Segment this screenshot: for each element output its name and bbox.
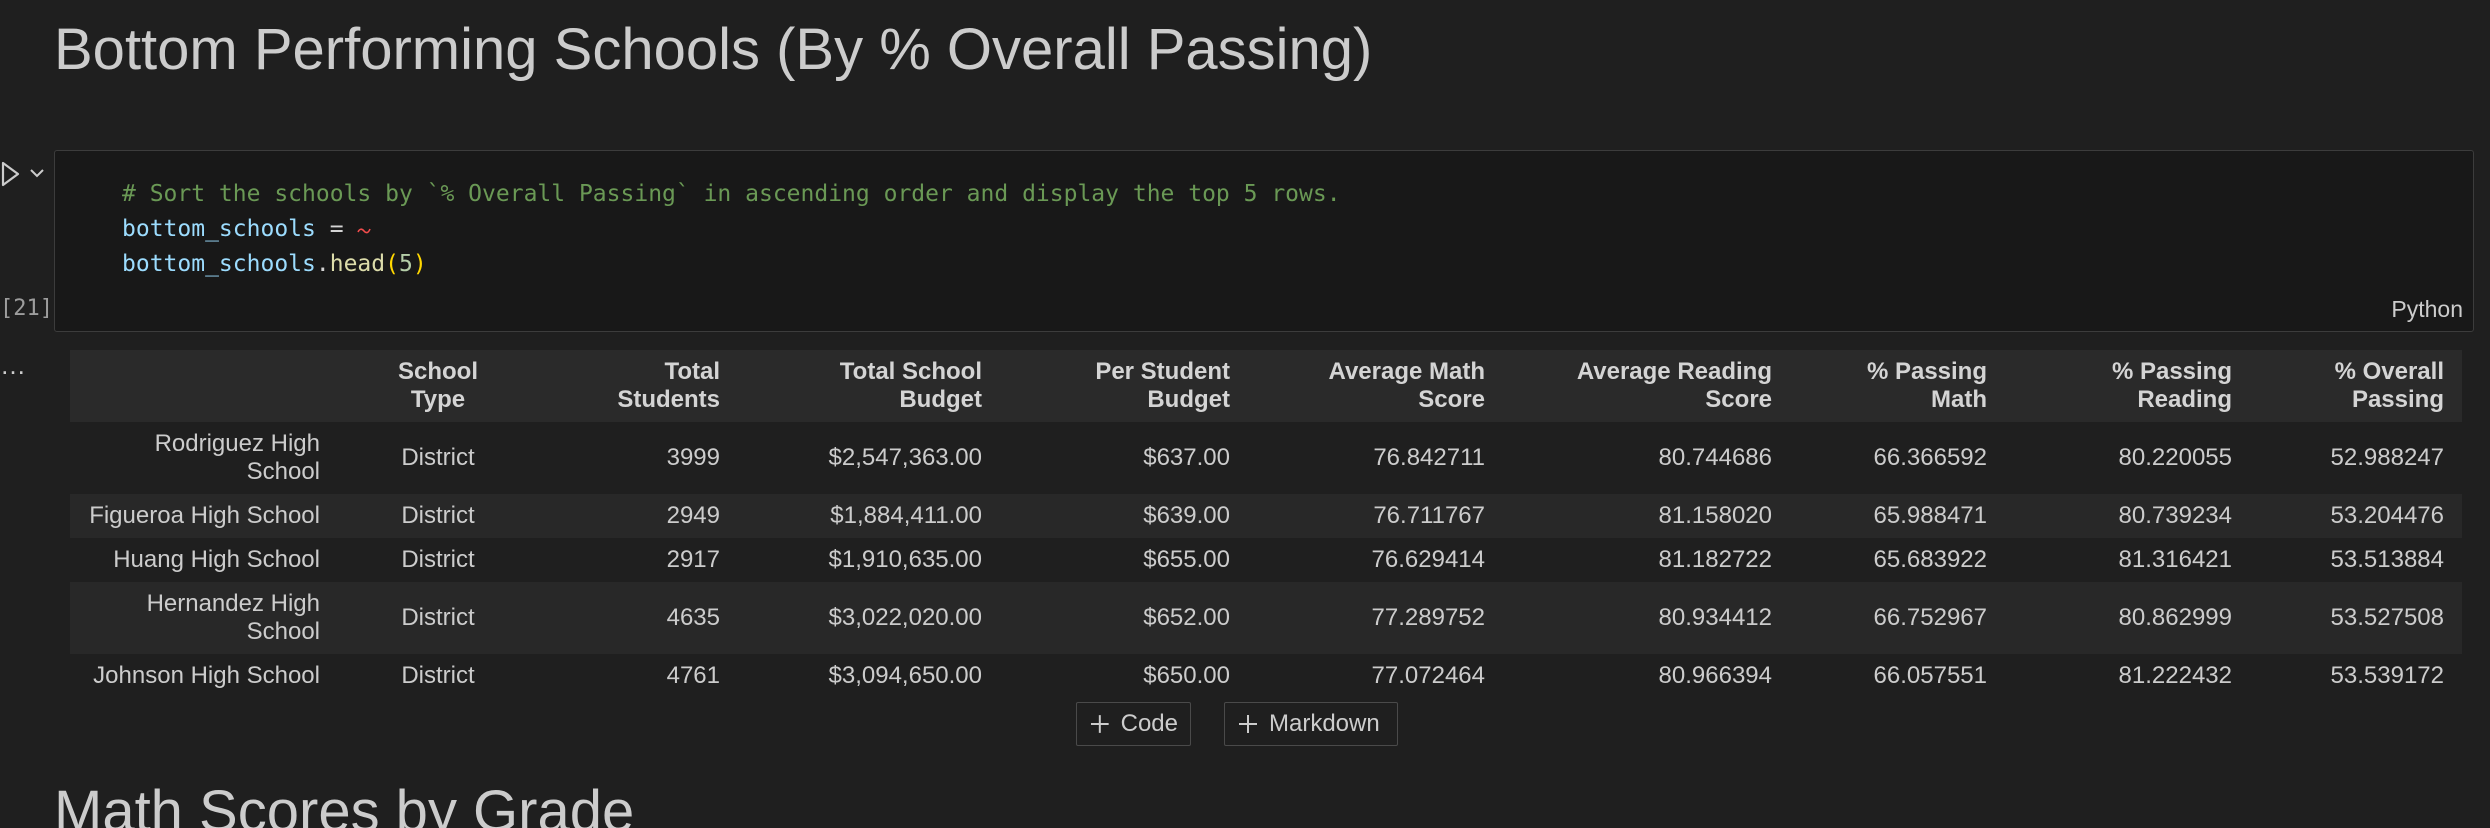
table-cell: 77.289752	[1248, 582, 1503, 654]
table-row: Hernandez High School District 4635 $3,02…	[70, 582, 2462, 654]
row-index: Johnson High School	[70, 654, 338, 698]
table-cell: 81.316421	[2005, 538, 2250, 582]
add-markdown-cell-button[interactable]: Markdown	[1224, 702, 1398, 746]
add-markdown-label: Markdown	[1269, 710, 1380, 737]
code-operator: =	[315, 216, 344, 242]
markdown-heading-math-scores: Math Scores by Grade	[54, 779, 635, 828]
table-row: Johnson High School District 4761 $3,094…	[70, 654, 2462, 698]
table-cell: 80.862999	[2005, 582, 2250, 654]
column-header: Total School Budget	[738, 350, 1000, 422]
table-cell: 81.158020	[1503, 494, 1790, 538]
column-header: Average Reading Score	[1503, 350, 1790, 422]
table-cell: 65.683922	[1790, 538, 2005, 582]
table-cell: 2949	[538, 494, 738, 538]
table-cell: 80.934412	[1503, 582, 1790, 654]
row-index: Figueroa High School	[70, 494, 338, 538]
table-header-row: School Type Total Students Total School Bud…	[70, 350, 2462, 422]
table-cell: 76.842711	[1248, 422, 1503, 494]
run-cell-button[interactable]	[0, 160, 22, 188]
table-cell: $637.00	[1000, 422, 1248, 494]
table-cell: $1,910,635.00	[738, 538, 1000, 582]
dataframe-output-table: School Type Total Students Total School Bud…	[70, 350, 2462, 698]
table-cell: 76.629414	[1248, 538, 1503, 582]
table-cell: District	[338, 494, 538, 538]
table-cell: 80.744686	[1503, 422, 1790, 494]
table-cell: $1,884,411.00	[738, 494, 1000, 538]
table-cell: 2917	[538, 538, 738, 582]
table-cell: 81.222432	[2005, 654, 2250, 698]
table-cell: District	[338, 422, 538, 494]
code-variable-2: bottom_schools	[122, 251, 316, 277]
code-comment: # Sort the schools by `% Overall Passing…	[122, 181, 1341, 207]
table-cell: $650.00	[1000, 654, 1248, 698]
table-cell: 66.057551	[1790, 654, 2005, 698]
table-cell: 80.739234	[2005, 494, 2250, 538]
notebook-page: Bottom Performing Schools (By % Overall …	[0, 0, 2490, 828]
run-options-button[interactable]	[28, 164, 46, 182]
cell-language-label[interactable]: Python	[2391, 296, 2463, 323]
table-cell: 52.988247	[2250, 422, 2462, 494]
table-cell: $2,547,363.00	[738, 422, 1000, 494]
table-cell: 4635	[538, 582, 738, 654]
code-variable: bottom_schools	[122, 216, 316, 242]
table-cell: 53.513884	[2250, 538, 2462, 582]
markdown-heading-bottom-schools: Bottom Performing Schools (By % Overall …	[54, 17, 1373, 82]
table-cell: 3999	[538, 422, 738, 494]
table-row: Figueroa High School District 2949 $1,88…	[70, 494, 2462, 538]
add-code-cell-button[interactable]: Code	[1076, 702, 1191, 746]
table-cell: $3,094,650.00	[738, 654, 1000, 698]
code-open-paren: (	[385, 251, 399, 277]
column-header: Per Student Budget	[1000, 350, 1248, 422]
code-lines: # Sort the schools by `% Overall Passing…	[122, 177, 1341, 282]
add-code-label: Code	[1120, 710, 1178, 737]
table-cell: 53.527508	[2250, 582, 2462, 654]
table-cell: 4761	[538, 654, 738, 698]
table-cell: $639.00	[1000, 494, 1248, 538]
code-function: head	[329, 251, 386, 277]
row-index: Huang High School	[70, 538, 338, 582]
table-cell: 66.752967	[1790, 582, 2005, 654]
code-argument: 5	[398, 251, 413, 277]
run-icon	[1, 161, 20, 187]
execution-count: [21]	[0, 296, 53, 321]
code-close-paren: )	[412, 251, 427, 277]
cell-more-actions[interactable]: …	[0, 350, 27, 381]
row-index: Rodriguez High School	[70, 422, 338, 494]
table-cell: 53.204476	[2250, 494, 2462, 538]
table-cell: 77.072464	[1248, 654, 1503, 698]
table-cell: District	[338, 538, 538, 582]
table-cell: District	[338, 582, 538, 654]
table-cell: 53.539172	[2250, 654, 2462, 698]
column-header: % Passing Math	[1790, 350, 2005, 422]
table-cell: 80.220055	[2005, 422, 2250, 494]
table-cell: 65.988471	[1790, 494, 2005, 538]
table-cell: 76.711767	[1248, 494, 1503, 538]
table-cell: District	[338, 654, 538, 698]
table-row: Huang High School District 2917 $1,910,6…	[70, 538, 2462, 582]
table-cell: 66.366592	[1790, 422, 2005, 494]
chevron-down-icon	[30, 169, 44, 178]
plus-icon	[1090, 715, 1109, 733]
plus-icon	[1239, 715, 1257, 733]
column-header: % Passing Reading	[2005, 350, 2250, 422]
table-cell: $3,022,020.00	[738, 582, 1000, 654]
table-cell: 80.966394	[1503, 654, 1790, 698]
table-cell: $652.00	[1000, 582, 1248, 654]
column-header: School Type	[338, 350, 538, 422]
error-squiggle-icon	[357, 227, 372, 233]
table-cell: 81.182722	[1503, 538, 1790, 582]
column-header: % Overall Passing	[2250, 350, 2462, 422]
code-dot: .	[315, 251, 330, 277]
code-cell-editor[interactable]: # Sort the schools by `% Overall Passing…	[54, 150, 2474, 332]
table-row: Rodriguez High School District 3999 $2,54…	[70, 422, 2462, 494]
column-header: Total Students	[538, 350, 738, 422]
column-header-index	[70, 350, 338, 422]
column-header: Average Math Score	[1248, 350, 1503, 422]
table-cell: $655.00	[1000, 538, 1248, 582]
row-index: Hernandez High School	[70, 582, 338, 654]
